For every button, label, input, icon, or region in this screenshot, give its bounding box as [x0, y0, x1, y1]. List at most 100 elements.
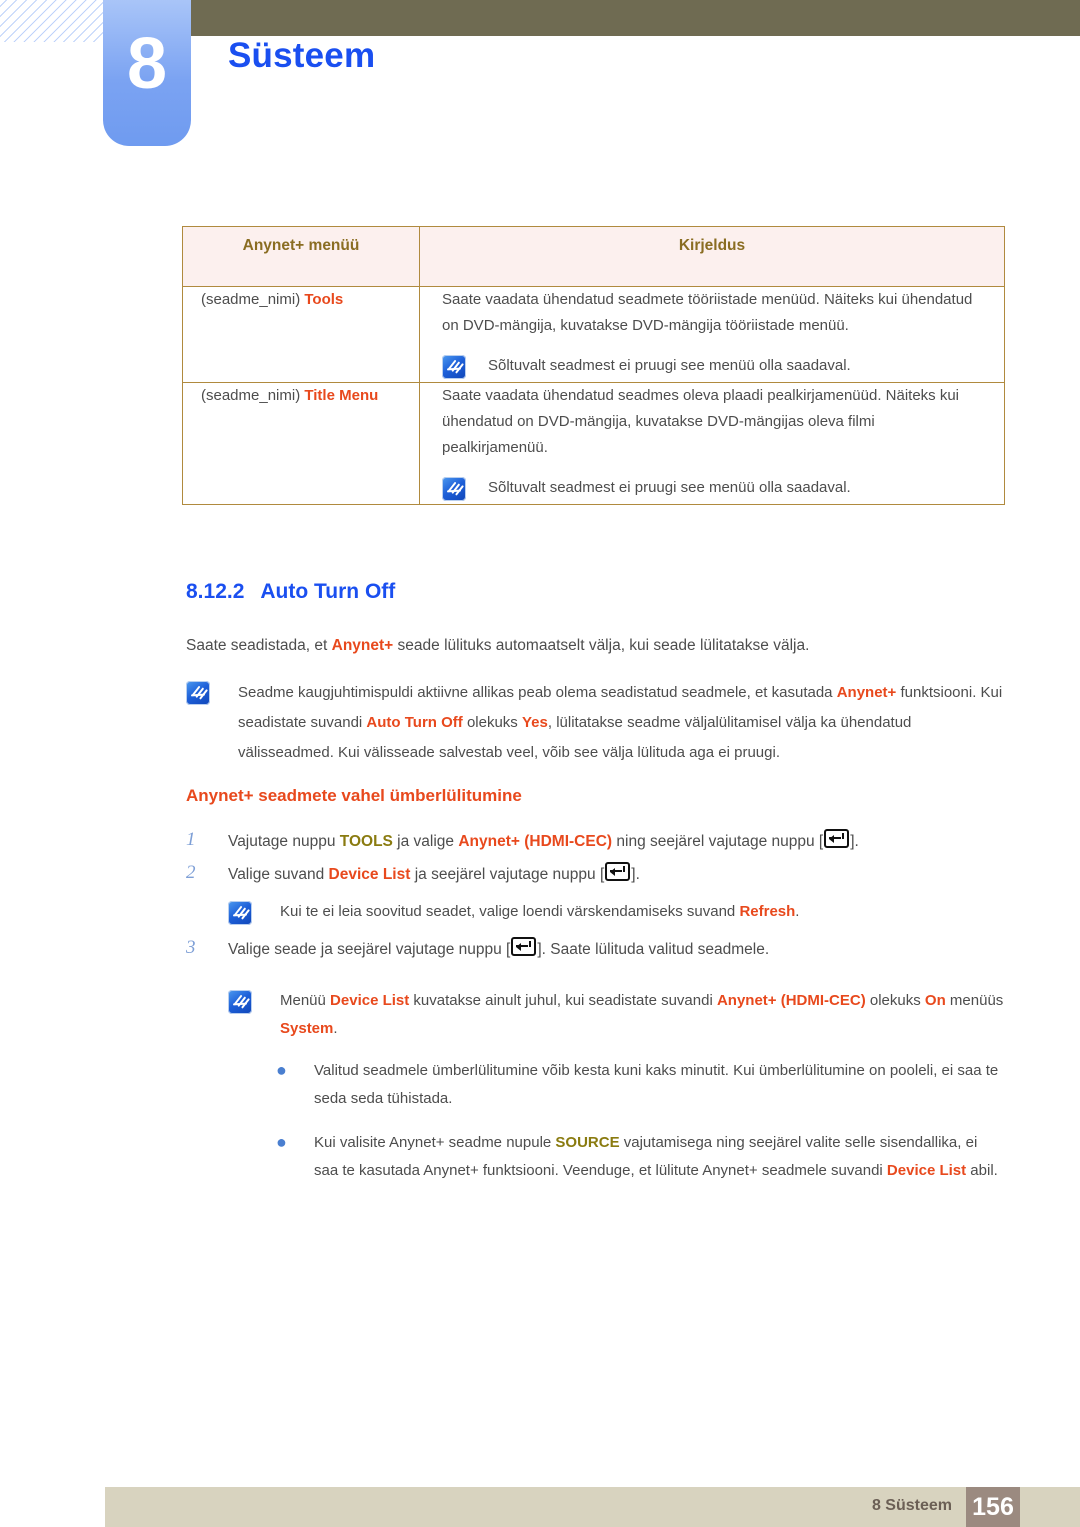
steps-list: 1 Vajutage nuppu TOOLS ja valige Anynet+… [186, 828, 1010, 1201]
bullet-dot-icon: ● [276, 1060, 287, 1080]
step-t3: ja seejärel vajutage nuppu [ [410, 866, 605, 883]
intro-term: Anynet+ [331, 637, 394, 654]
step-t2: ]. Saate lülituda valitud seadmele. [537, 941, 770, 958]
menu-anynet-hdmi-cec: Anynet+ (HDMI-CEC) [458, 833, 613, 850]
chapter-header-bar [190, 0, 1080, 36]
page-number-box: 156 [966, 1487, 1020, 1527]
step-item: 1 Vajutage nuppu TOOLS ja valige Anynet+… [186, 828, 1010, 855]
menu-prefix: (seadme_nimi) [201, 291, 305, 308]
section-title: Auto Turn Off [260, 580, 396, 603]
enter-key-icon [511, 937, 537, 956]
bullet-dot-icon: ● [276, 1132, 287, 1152]
note-icon-wrap [186, 678, 238, 768]
step-t6: ]. [850, 833, 859, 850]
value-on: On [924, 992, 946, 1009]
note-icon-wrap [442, 353, 488, 382]
table-cell-description: Saate vaadata ühendatud seadmete tööriis… [419, 286, 1005, 383]
device-list-note-text: Menüü Device List kuvatakse ainult juhul… [280, 987, 1010, 1043]
intro-text-2: seade lülituks automaatselt välja, kui s… [393, 637, 810, 654]
step-text: Valige seade ja seejärel vajutage nuppu … [228, 936, 1010, 963]
note-text: Sõltuvalt seadmest ei pruugi see menüü o… [488, 357, 851, 374]
list-item: ● Valitud seadmele ümberlülitumine võib … [186, 1057, 1010, 1113]
corner-hatch-decoration [0, 0, 104, 42]
refresh-note-text: Kui te ei leia soovitud seadet, valige l… [280, 898, 1010, 926]
dl-t9: . [333, 1020, 338, 1037]
step-number: 3 [186, 937, 196, 958]
anynet-menu-table: Anynet+ menüü Kirjeldus (seadme_nimi) To… [182, 226, 1005, 505]
refresh-t1: Kui te ei leia soovitud seadet, valige l… [280, 903, 740, 920]
menu-term: Tools [304, 291, 344, 308]
refresh-t3: . [795, 903, 800, 920]
section-intro-paragraph: Saate seadistada, et Anynet+ seade lülit… [186, 632, 1006, 659]
note-icon [228, 990, 252, 1014]
list-item: ● Kui valisite Anynet+ seadme nupule SOU… [186, 1129, 1010, 1185]
description-text: Saate vaadata ühendatud seadmete tööriis… [442, 291, 973, 334]
step-item: 2 Valige suvand Device List ja seejärel … [186, 861, 1010, 888]
menu-prefix: (seadme_nimi) [201, 387, 305, 404]
note-term-autoturnoff: Auto Turn Off [366, 714, 463, 731]
note-term-anynet: Anynet+ [836, 684, 897, 701]
table-cell-description: Saate vaadata ühendatud seadmes oleva pl… [419, 382, 1005, 505]
step-t1: Valige suvand [228, 866, 329, 883]
enter-key-icon [605, 862, 631, 881]
bullet-text: Valitud seadmele ümberlülitumine võib ke… [314, 1062, 999, 1107]
table-row: (seadme_nimi) Title Menu Saate vaadata ü… [182, 382, 1005, 505]
menu-device-list: Device List [886, 1162, 967, 1179]
note-icon [442, 477, 466, 501]
enter-key-icon [824, 829, 850, 848]
menu-device-list: Device List [328, 866, 411, 883]
table-note: Sõltuvalt seadmest ei pruugi see menüü o… [442, 475, 982, 504]
step-number: 2 [186, 862, 196, 883]
menu-term: Title Menu [304, 387, 379, 404]
note-icon [186, 681, 210, 705]
table-header-menu: Anynet+ menüü [182, 226, 420, 287]
subsection-heading: Anynet+ seadmete vahel ümberlülitumine [186, 786, 522, 805]
note-icon-wrap [442, 475, 488, 504]
step-item: 3 Valige seade ja seejärel vajutage nupp… [186, 936, 1010, 963]
table-header-row: Anynet+ menüü Kirjeldus [182, 226, 1005, 287]
chapter-number: 8 [126, 24, 168, 104]
section-heading: 8.12.2 Auto Turn Off [186, 580, 395, 604]
main-note-block: Seadme kaugjuhtimispuldi aktiivne allika… [186, 678, 1010, 768]
page-number: 156 [972, 1493, 1014, 1521]
table-cell-menu: (seadme_nimi) Tools [182, 286, 420, 383]
key-tools: TOOLS [339, 833, 393, 850]
bullet-text: Kui valisite Anynet+ seadme nupule SOURC… [314, 1129, 1010, 1185]
note-icon-wrap [186, 987, 280, 1043]
chapter-title: Süsteem [228, 36, 376, 75]
step-text: Valige suvand Device List ja seejärel va… [228, 861, 1010, 888]
step-t4: ]. [631, 866, 640, 883]
note-text: Sõltuvalt seadmest ei pruugi see menüü o… [488, 479, 851, 496]
note-icon [442, 355, 466, 379]
note-t1: Seadme kaugjuhtimispuldi aktiivne allika… [238, 684, 837, 701]
footer-chapter-label: 8 Süsteem [871, 1497, 952, 1514]
menu-refresh: Refresh [739, 903, 796, 920]
table-cell-menu: (seadme_nimi) Title Menu [182, 382, 420, 505]
dl-t5: olekuks [865, 992, 925, 1009]
note-icon [228, 901, 252, 925]
menu-anynet-hdmi-cec: Anynet+ (HDMI-CEC) [716, 992, 866, 1009]
table-note: Sõltuvalt seadmest ei pruugi see menüü o… [442, 353, 982, 382]
bullet-t5: abil. [966, 1162, 998, 1179]
bullet-t1: Kui valisite Anynet+ seadme nupule [314, 1134, 556, 1151]
menu-system: System [280, 1020, 334, 1037]
step-text: Vajutage nuppu TOOLS ja valige Anynet+ (… [228, 828, 1010, 855]
note-term-yes: Yes [521, 714, 548, 731]
dl-t1: Menüü [280, 992, 331, 1009]
note-t5: olekuks [462, 714, 522, 731]
refresh-note-block: Kui te ei leia soovitud seadet, valige l… [186, 898, 1010, 926]
section-number: 8.12.2 [186, 580, 245, 603]
step-t1: Valige seade ja seejärel vajutage nuppu … [228, 941, 511, 958]
key-source: SOURCE [555, 1134, 620, 1151]
step-t5: ning seejärel vajutage nuppu [ [612, 833, 824, 850]
table-header-description: Kirjeldus [419, 226, 1005, 287]
intro-text-1: Saate seadistada, et [186, 637, 332, 654]
table-row: (seadme_nimi) Tools Saate vaadata ühenda… [182, 286, 1005, 383]
step-t3: ja valige [392, 833, 459, 850]
device-list-note-block: Menüü Device List kuvatakse ainult juhul… [186, 987, 1010, 1043]
main-note-text: Seadme kaugjuhtimispuldi aktiivne allika… [238, 678, 1010, 768]
dl-t7: menüüs [945, 992, 1004, 1009]
description-text: Saate vaadata ühendatud seadmes oleva pl… [442, 387, 960, 456]
step-t1: Vajutage nuppu [228, 833, 340, 850]
step-number: 1 [186, 829, 196, 850]
